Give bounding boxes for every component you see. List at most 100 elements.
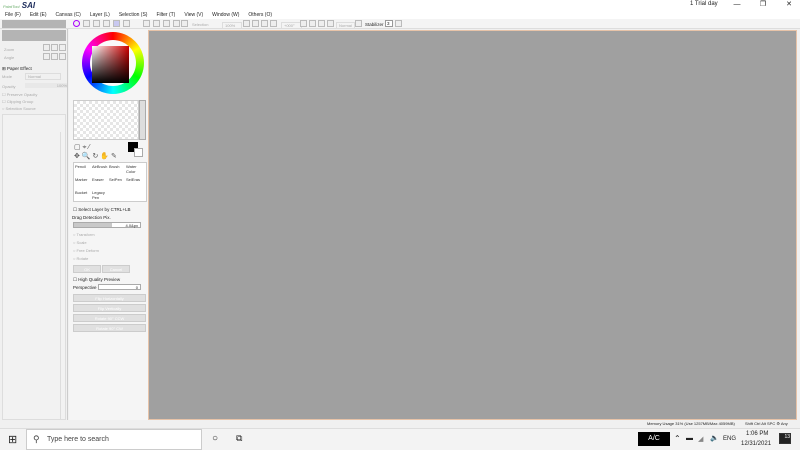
paste-icon[interactable] bbox=[181, 20, 188, 27]
notification-icon[interactable]: 13 bbox=[779, 433, 791, 444]
nav-zoom-in[interactable] bbox=[51, 44, 58, 51]
swatch-area[interactable] bbox=[73, 100, 139, 140]
paper-effect-toggle[interactable]: ⊞ Paper Effect bbox=[2, 66, 32, 72]
tool-pencil[interactable]: Pencil bbox=[75, 164, 91, 177]
nav-zoom-out[interactable] bbox=[43, 44, 50, 51]
tool-airbrush[interactable]: AirBrush bbox=[92, 164, 108, 177]
menu-layer[interactable]: Layer (L) bbox=[90, 12, 110, 18]
menu-filter[interactable]: Filter (T) bbox=[156, 12, 175, 18]
selection-source-checkbox[interactable]: ○ Selection Source bbox=[2, 106, 36, 111]
task-view-icon[interactable]: ⧉ bbox=[236, 433, 242, 444]
close-button[interactable]: ✕ bbox=[778, 0, 800, 10]
rotate-left-icon[interactable] bbox=[300, 20, 307, 27]
swatches-icon[interactable] bbox=[113, 20, 120, 27]
stabilizer-dropdown-icon[interactable] bbox=[395, 20, 402, 27]
perspective-input[interactable]: 0 bbox=[98, 284, 141, 290]
zoom-fit-icon[interactable] bbox=[270, 20, 277, 27]
nav-rotate-reset[interactable] bbox=[59, 53, 66, 60]
menu-file[interactable]: File (F) bbox=[5, 12, 21, 18]
saturation-value-square[interactable] bbox=[92, 46, 129, 83]
radio-free-deform[interactable]: ○ Free Deform bbox=[73, 248, 99, 253]
cortana-icon[interactable]: ○ bbox=[212, 433, 218, 444]
menu-others[interactable]: Others (O) bbox=[248, 12, 272, 18]
selection-toggle[interactable]: Selection bbox=[192, 22, 208, 27]
menu-canvas[interactable]: Canvas (C) bbox=[56, 12, 81, 18]
tool-brush[interactable]: Brush bbox=[109, 164, 125, 177]
maximize-button[interactable]: ❐ bbox=[752, 0, 774, 10]
cancel-button[interactable]: Cancel bbox=[102, 265, 130, 273]
zoom-out-icon[interactable] bbox=[243, 20, 250, 27]
tool-legacy-pen[interactable]: Legacy Pen bbox=[92, 190, 108, 203]
rotate-reset-icon[interactable] bbox=[318, 20, 325, 27]
rotate-right-icon[interactable] bbox=[309, 20, 316, 27]
radio-rotate[interactable]: ○ Rotate bbox=[73, 256, 88, 261]
color-wheel-icon[interactable] bbox=[73, 20, 80, 27]
zoom-reset-icon[interactable] bbox=[261, 20, 268, 27]
rgb-slider-icon[interactable] bbox=[83, 20, 90, 27]
tool-watercolor[interactable]: Water Color bbox=[126, 164, 142, 177]
select-icon[interactable] bbox=[163, 20, 170, 27]
mode-select[interactable]: Normal bbox=[25, 73, 61, 80]
menu-selection[interactable]: Selection (S) bbox=[119, 12, 148, 18]
canvas-area[interactable] bbox=[148, 30, 797, 420]
tool-bucket[interactable]: Bucket bbox=[75, 190, 91, 203]
radio-transform[interactable]: ○ Transform bbox=[73, 232, 95, 237]
selection-tools-icons[interactable]: ▢ ⌖ ⁄ bbox=[74, 143, 90, 152]
minimize-button[interactable]: — bbox=[726, 0, 748, 10]
clipping-group-checkbox[interactable]: ☐ Clipping Group bbox=[2, 99, 33, 104]
copy-icon[interactable] bbox=[173, 20, 180, 27]
deselect-icon[interactable] bbox=[143, 20, 150, 27]
flip-vertically-button[interactable]: Flip Vertically bbox=[73, 304, 146, 312]
taskbar-search[interactable]: ⚲ Type here to search bbox=[26, 429, 202, 450]
layer-list[interactable] bbox=[2, 114, 66, 420]
select-layer-checkbox[interactable]: ☐ Select Layer by CTRL+LB bbox=[73, 207, 130, 213]
ok-button[interactable]: OK bbox=[73, 265, 101, 273]
swatch-scrollbar[interactable] bbox=[139, 100, 146, 140]
battery-icon[interactable]: ▬ bbox=[686, 435, 693, 442]
menu-bar: File (F) Edit (E) Canvas (C) Layer (L) S… bbox=[0, 10, 800, 19]
invert-icon[interactable] bbox=[153, 20, 160, 27]
nav-zoom-reset[interactable] bbox=[59, 44, 66, 51]
radio-scale[interactable]: ○ Scale bbox=[73, 240, 87, 245]
menu-edit[interactable]: Edit (E) bbox=[30, 12, 47, 18]
rotate-cw-button[interactable]: Rotate 90° CW bbox=[73, 324, 146, 332]
tool-seleras[interactable]: SelEras bbox=[126, 177, 142, 190]
clock-time[interactable]: 1:06 PM bbox=[746, 431, 768, 437]
zoom-field[interactable]: 100% bbox=[222, 22, 243, 29]
flip-icon[interactable] bbox=[327, 20, 334, 27]
opacity-slider[interactable]: 100% bbox=[25, 83, 67, 88]
layer-list-scrollbar[interactable] bbox=[60, 132, 66, 420]
hsv-slider-icon[interactable] bbox=[93, 20, 100, 27]
view-tools-icons[interactable]: ✥ 🔍 ↻ ✋ ✎ bbox=[74, 152, 117, 160]
zoom-in-icon[interactable] bbox=[252, 20, 259, 27]
secondary-color[interactable] bbox=[134, 148, 143, 157]
perspective-label: Perspective bbox=[73, 285, 97, 290]
blend-select[interactable]: Normal bbox=[336, 22, 355, 29]
tray-chevron-icon[interactable]: ⌃ bbox=[674, 434, 681, 443]
blend-dropdown-icon[interactable] bbox=[355, 20, 362, 27]
tool-marker[interactable]: Marker bbox=[75, 177, 91, 190]
scratchpad-icon[interactable] bbox=[123, 20, 130, 27]
clock-date[interactable]: 12/31/2021 bbox=[741, 441, 771, 447]
volume-icon[interactable]: 🔈 bbox=[710, 434, 719, 442]
nav-rotate-left[interactable] bbox=[43, 53, 50, 60]
tool-selpen[interactable]: SelPen bbox=[109, 177, 125, 190]
stabilizer-select[interactable]: 3 bbox=[385, 20, 393, 27]
memory-usage: Memory Usage 31% (Use 1257MB/Max 4059MB) bbox=[647, 421, 735, 426]
network-icon[interactable]: ◢ bbox=[698, 435, 703, 443]
drag-detection-slider[interactable]: 4.0&px bbox=[73, 222, 141, 228]
windows-start-icon[interactable]: ⊞ bbox=[8, 433, 17, 446]
language-indicator[interactable]: ENG bbox=[723, 436, 736, 442]
tool-eraser[interactable]: Eraser bbox=[92, 177, 108, 190]
mixer-icon[interactable] bbox=[103, 20, 110, 27]
nav-rotate-right[interactable] bbox=[51, 53, 58, 60]
angle-field[interactable]: +000° bbox=[281, 22, 302, 29]
high-quality-preview-checkbox[interactable]: ☐ High Quality Preview bbox=[73, 277, 120, 283]
rotate-ccw-button[interactable]: Rotate 90° CCW bbox=[73, 314, 146, 322]
flip-horizontally-button[interactable]: Flip Horizontally bbox=[73, 294, 146, 302]
preserve-opacity-checkbox[interactable]: ☐ Preserve Opacity bbox=[2, 92, 37, 97]
navigator-preview[interactable] bbox=[2, 30, 66, 41]
ac-indicator[interactable]: A/C bbox=[638, 432, 670, 446]
menu-view[interactable]: View (V) bbox=[184, 12, 203, 18]
menu-window[interactable]: Window (W) bbox=[212, 12, 239, 18]
